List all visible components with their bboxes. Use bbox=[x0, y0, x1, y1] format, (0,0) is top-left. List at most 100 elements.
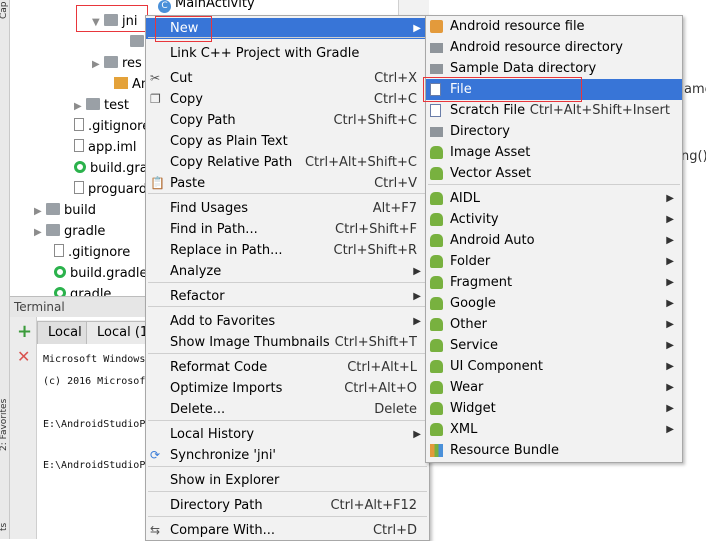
tree-row-root-gradle[interactable]: gradle bbox=[54, 284, 111, 296]
submenu-item-aidl[interactable]: AIDL ▶ bbox=[426, 188, 682, 209]
menu-item-label: Compare With... bbox=[170, 523, 276, 538]
menu-separator bbox=[148, 466, 427, 467]
terminal-line: E:\AndroidStudioP bbox=[43, 419, 146, 430]
submenu-arrow-icon: ▶ bbox=[666, 193, 674, 204]
android-icon bbox=[430, 381, 443, 394]
favorites-tab[interactable]: 2: Favorites bbox=[0, 399, 9, 451]
submenu-item-ui-component[interactable]: UI Component ▶ bbox=[426, 356, 682, 377]
menu-item-copy-as-plain-text[interactable]: Copy as Plain Text bbox=[146, 131, 429, 152]
submenu-item-sample-data-directory[interactable]: Sample Data directory bbox=[426, 58, 682, 79]
tab-local[interactable]: Local bbox=[37, 321, 93, 345]
collapsed-arrow-icon[interactable]: ▶ bbox=[74, 96, 86, 117]
android-icon bbox=[430, 360, 443, 373]
menu-item-show-in-explorer[interactable]: Show in Explorer bbox=[146, 470, 429, 491]
menu-item-reformat-code[interactable]: Reformat Code Ctrl+Alt+L bbox=[146, 357, 429, 378]
terminal-line: Microsoft Windows bbox=[43, 354, 146, 365]
tree-row-proguard[interactable]: proguard bbox=[74, 179, 147, 200]
menu-item-refactor[interactable]: Refactor ▶ bbox=[146, 286, 429, 307]
submenu-item-resource-bundle[interactable]: Resource Bundle bbox=[426, 440, 682, 461]
menu-item-shortcut: Ctrl+Shift+T bbox=[334, 335, 417, 350]
submenu-item-xml[interactable]: XML ▶ bbox=[426, 419, 682, 440]
folder-icon bbox=[104, 56, 118, 68]
submenu-arrow-icon: ▶ bbox=[666, 277, 674, 288]
menu-item-copy-relative-path[interactable]: Copy Relative Path Ctrl+Alt+Shift+C bbox=[146, 152, 429, 173]
submenu-item-directory[interactable]: Directory bbox=[426, 121, 682, 142]
menu-item-compare-with[interactable]: ⇆ Compare With... Ctrl+D bbox=[146, 520, 429, 541]
menu-item-label: Directory Path bbox=[170, 498, 263, 513]
menu-separator bbox=[148, 516, 427, 517]
menu-item-link-c-project-with-gradle[interactable]: Link C++ Project with Gradle bbox=[146, 43, 429, 64]
menu-item-find-usages[interactable]: Find Usages Alt+F7 bbox=[146, 198, 429, 219]
menu-item-analyze[interactable]: Analyze ▶ bbox=[146, 261, 429, 282]
menu-item-label: Synchronize 'jni' bbox=[170, 448, 276, 463]
tree-row-res[interactable]: ▶ res bbox=[92, 53, 142, 74]
submenu-item-label: Resource Bundle bbox=[450, 443, 560, 458]
menu-item-paste[interactable]: 📋 Paste Ctrl+V bbox=[146, 173, 429, 194]
submenu-item-label: Android resource directory bbox=[450, 40, 623, 55]
tree-row-test[interactable]: ▶ test bbox=[74, 95, 129, 116]
jni-highlight-box bbox=[76, 5, 148, 32]
menu-item-label: Show in Explorer bbox=[170, 473, 280, 488]
menu-item-label: Analyze bbox=[170, 264, 222, 279]
submenu-item-activity[interactable]: Activity ▶ bbox=[426, 209, 682, 230]
tree-row-gitignore[interactable]: .gitignore bbox=[74, 116, 150, 137]
submenu-item-android-resource-file[interactable]: Android resource file bbox=[426, 16, 682, 37]
tree-row-gradle[interactable]: ▶ gradle bbox=[34, 221, 105, 242]
close-terminal-icon[interactable]: ✕ bbox=[17, 349, 30, 365]
submenu-arrow-icon: ▶ bbox=[413, 23, 421, 34]
file-highlight-box bbox=[423, 77, 582, 102]
menu-item-optimize-imports[interactable]: Optimize Imports Ctrl+Alt+O bbox=[146, 378, 429, 399]
menu-item-shortcut: Ctrl+C bbox=[373, 92, 417, 107]
menu-item-shortcut: Ctrl+Alt+Shift+C bbox=[304, 155, 417, 170]
menu-item-delete[interactable]: Delete... Delete bbox=[146, 399, 429, 420]
tree-row-app-iml[interactable]: app.iml bbox=[74, 137, 137, 158]
menu-item-shortcut: Ctrl+Alt+F12 bbox=[330, 498, 417, 513]
menu-item-label: Refactor bbox=[170, 289, 225, 304]
compare-icon: ⇆ bbox=[150, 523, 161, 537]
folder-icon bbox=[430, 64, 443, 74]
structure-tab[interactable]: ts bbox=[0, 519, 9, 531]
tree-row-build[interactable]: ▶ build bbox=[34, 200, 96, 221]
submenu-item-android-auto[interactable]: Android Auto ▶ bbox=[426, 230, 682, 251]
tree-row-root-gitignore[interactable]: .gitignore bbox=[54, 242, 130, 263]
tree-row-build-gradle[interactable]: build.gra bbox=[74, 158, 148, 179]
add-terminal-icon[interactable]: + bbox=[17, 323, 32, 341]
submenu-item-wear[interactable]: Wear ▶ bbox=[426, 377, 682, 398]
menu-item-add-to-favorites[interactable]: Add to Favorites ▶ bbox=[146, 311, 429, 332]
submenu-item-vector-asset[interactable]: Vector Asset bbox=[426, 163, 682, 184]
submenu-arrow-icon: ▶ bbox=[666, 256, 674, 267]
scissors-icon: ✂ bbox=[150, 71, 161, 85]
menu-item-directory-path[interactable]: Directory Path Ctrl+Alt+F12 bbox=[146, 495, 429, 516]
submenu-item-scratch-file[interactable]: Scratch File Ctrl+Alt+Shift+Insert bbox=[426, 100, 682, 121]
submenu-arrow-icon: ▶ bbox=[666, 319, 674, 330]
menu-item-replace-in-path[interactable]: Replace in Path... Ctrl+Shift+R bbox=[146, 240, 429, 261]
file-icon bbox=[74, 118, 84, 131]
submenu-item-other[interactable]: Other ▶ bbox=[426, 314, 682, 335]
menu-item-cut[interactable]: ✂ Cut Ctrl+X bbox=[146, 68, 429, 89]
collapsed-arrow-icon[interactable]: ▶ bbox=[34, 222, 46, 243]
tree-row-manifest[interactable]: An bbox=[114, 74, 149, 95]
menu-item-label: Add to Favorites bbox=[170, 314, 276, 329]
submenu-item-label: Android resource file bbox=[450, 19, 585, 34]
submenu-item-service[interactable]: Service ▶ bbox=[426, 335, 682, 356]
submenu-item-google[interactable]: Google ▶ bbox=[426, 293, 682, 314]
submenu-item-image-asset[interactable]: Image Asset bbox=[426, 142, 682, 163]
context-menu: New ▶ Link C++ Project with Gradle ✂ Cut Ctrl… bbox=[145, 15, 430, 541]
submenu-item-folder[interactable]: Folder ▶ bbox=[426, 251, 682, 272]
menu-item-copy-path[interactable]: Copy Path Ctrl+Shift+C bbox=[146, 110, 429, 131]
submenu-item-android-resource-directory[interactable]: Android resource directory bbox=[426, 37, 682, 58]
menu-item-local-history[interactable]: Local History ▶ bbox=[146, 424, 429, 445]
collapsed-arrow-icon[interactable]: ▶ bbox=[34, 201, 46, 222]
menu-item-find-in-path[interactable]: Find in Path... Ctrl+Shift+F bbox=[146, 219, 429, 240]
captures-tab[interactable]: Cap bbox=[0, 1, 9, 19]
menu-item-copy[interactable]: ❐ Copy Ctrl+C bbox=[146, 89, 429, 110]
menu-item-show-image-thumbnails[interactable]: Show Image Thumbnails Ctrl+Shift+T bbox=[146, 332, 429, 353]
menu-item-label: Optimize Imports bbox=[170, 381, 283, 396]
menu-item-synchronize-jni[interactable]: ⟳ Synchronize 'jni' bbox=[146, 445, 429, 466]
tree-row-mainactivity[interactable]: C MainActivity bbox=[158, 0, 255, 14]
submenu-arrow-icon: ▶ bbox=[666, 298, 674, 309]
collapsed-arrow-icon[interactable]: ▶ bbox=[92, 54, 104, 75]
submenu-item-fragment[interactable]: Fragment ▶ bbox=[426, 272, 682, 293]
tree-row-root-build-gradle[interactable]: build.gradle bbox=[54, 263, 148, 284]
submenu-item-widget[interactable]: Widget ▶ bbox=[426, 398, 682, 419]
